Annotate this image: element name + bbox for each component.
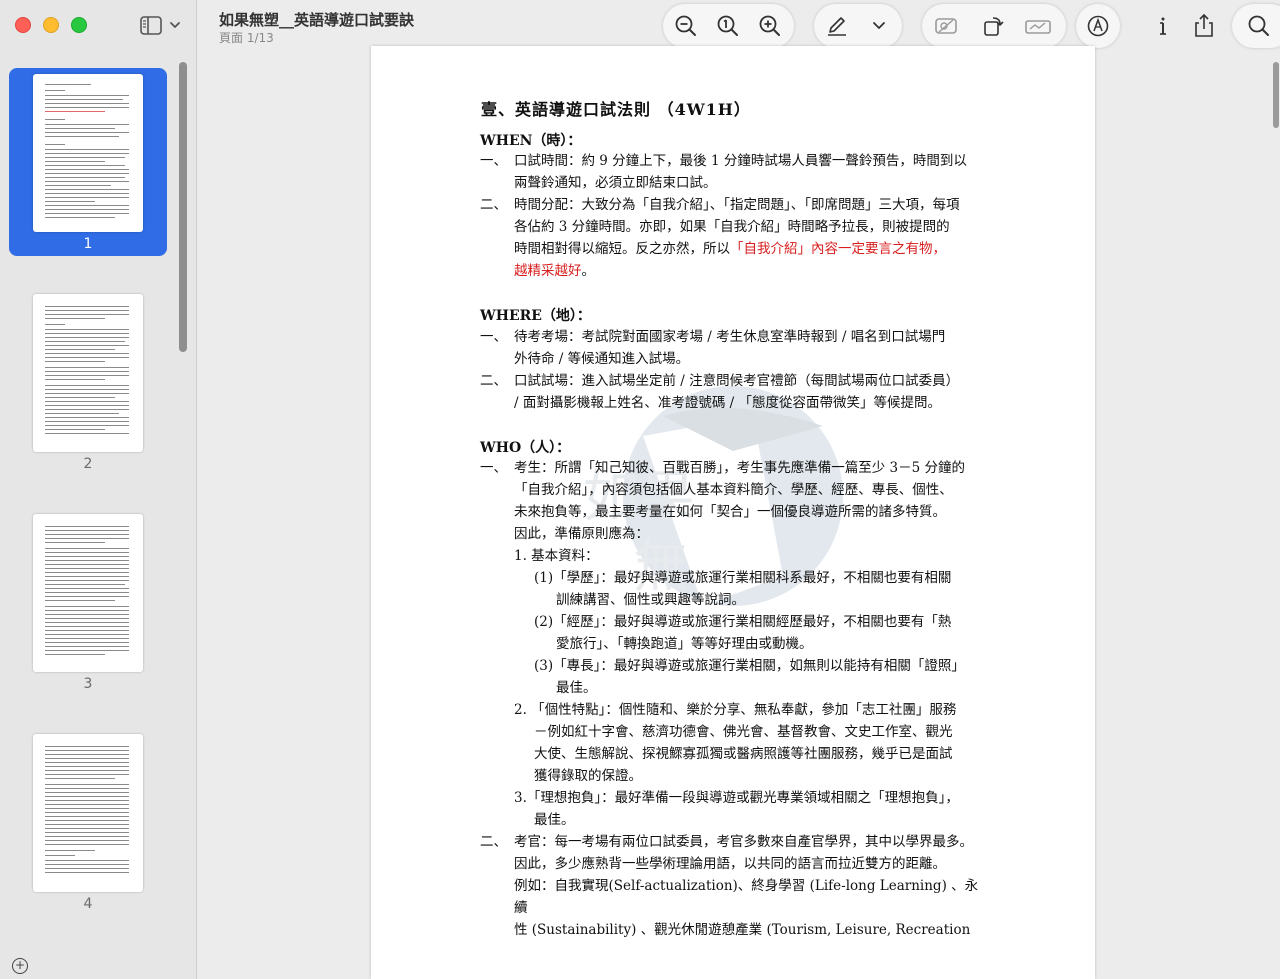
add-page-button[interactable]: + (12, 958, 28, 974)
search-icon (1248, 15, 1269, 36)
document-heading: 壹、英語導遊口試法則 （4W1H） (481, 100, 751, 119)
sidebar-toggle-button[interactable] (139, 14, 187, 38)
document-page: 如果 無 壹、英語導遊口試法則 （4W1H） WHEN（時）： 一、 口試時間：約… (371, 46, 1095, 979)
section-who-title: WHO（人）： (480, 440, 571, 456)
signature-button[interactable] (1023, 11, 1053, 41)
search-button[interactable] (1244, 11, 1274, 41)
sidebar-scrollbar-thumb[interactable] (179, 62, 187, 352)
thumbnail-page-number: 4 (83, 896, 93, 912)
actual-size-icon (717, 15, 738, 36)
actual-size-button[interactable] (713, 11, 743, 41)
thumbnail-page-preview (33, 294, 143, 452)
zoom-in-icon (759, 15, 780, 36)
page-thumbnail-2[interactable]: 2 (9, 288, 167, 476)
minimize-window-button[interactable] (43, 17, 59, 33)
page-thumbnail-3[interactable]: 3 (9, 508, 167, 696)
document-scrollbar-thumb[interactable] (1273, 62, 1279, 128)
highlight-icon (1087, 15, 1109, 37)
section-where-title: WHERE（地）： (480, 308, 591, 324)
thumbnail-page-number: 2 (83, 456, 93, 472)
rotate-icon (984, 17, 1004, 36)
thumbnail-page-number: 3 (83, 676, 93, 692)
info-icon (1160, 17, 1166, 35)
thumbnail-sidebar: 1 2 3 4 + (0, 0, 197, 979)
markup-menu-button[interactable] (864, 11, 894, 41)
search-controls (1232, 4, 1280, 48)
thumbnail-page-preview (33, 74, 143, 232)
redact-icon (935, 18, 957, 34)
zoom-out-button[interactable] (671, 11, 701, 41)
window-title: 如果無塑__英語導遊口試要訣 (219, 11, 415, 29)
plus-icon: + (14, 958, 26, 972)
markup-pen-icon (828, 17, 846, 36)
zoom-window-button[interactable] (71, 17, 87, 33)
thumbnail-page-preview (33, 514, 143, 672)
signature-icon (1025, 20, 1051, 34)
info-button[interactable] (1148, 11, 1178, 41)
zoom-out-icon (675, 15, 696, 36)
zoom-controls (663, 4, 794, 48)
share-button[interactable] (1189, 11, 1219, 41)
page-indicator: 頁面 1/13 (219, 31, 274, 45)
thumbnail-page-number: 1 (83, 236, 93, 252)
zoom-in-button[interactable] (755, 11, 785, 41)
sidebar-icon (140, 16, 180, 35)
page-thumbnail-4[interactable]: 4 (9, 728, 167, 916)
highlight-button[interactable] (1083, 11, 1113, 41)
thumbnail-page-preview (33, 734, 143, 892)
highlight-controls (1076, 4, 1120, 48)
page-thumbnail-1[interactable]: 1 (9, 68, 167, 256)
edit-controls (922, 4, 1066, 48)
section-when-title: WHEN（時）： (480, 133, 582, 149)
paragraph: 一、 口試時間：約 9 分鐘上下，最後 1 分鐘時試場人員響一聲鈴預告，時間到以 … (480, 153, 967, 279)
close-window-button[interactable] (15, 17, 31, 33)
redact-button[interactable] (931, 11, 961, 41)
markup-button[interactable] (822, 11, 852, 41)
rotate-button[interactable] (978, 11, 1008, 41)
share-icon (1195, 13, 1213, 37)
paragraph: 一、 待考考場：考試院對面國家考場 / 考生休息室準時報到 / 唱名到口試場門 外… (480, 329, 960, 411)
markup-controls (814, 4, 902, 48)
chevron-down-icon (873, 22, 885, 29)
paragraph: 一、 考生：所謂「知己知彼、百戰百勝」，考生事先應準備一篇至少 3－5 分鐘的 「… (480, 460, 979, 938)
